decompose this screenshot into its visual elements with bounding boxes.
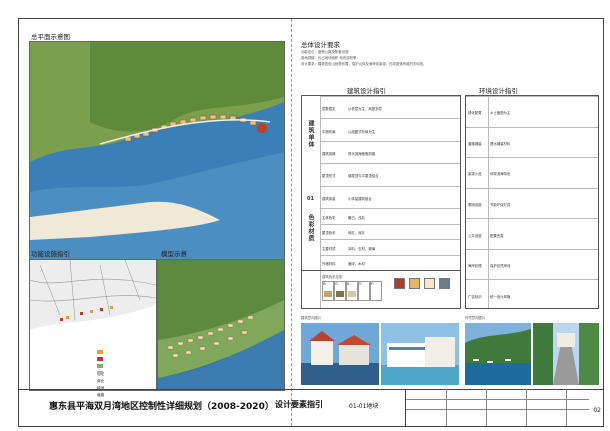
environment-guide-label: 环境设计指引 xyxy=(479,87,518,95)
environment-photo-2 xyxy=(533,323,599,385)
legend-label: 道路 xyxy=(97,393,105,397)
material-swatch xyxy=(424,278,435,289)
building-photo-1 xyxy=(301,323,379,385)
building-row-value: 现代滨海度假风格 xyxy=(348,151,376,156)
environment-row-key: 景观小品 xyxy=(468,172,482,177)
building-row-key: 平面布局 xyxy=(322,129,336,134)
environment-row: 景观小品 体现滨海特色 xyxy=(466,157,598,189)
title-block-grid xyxy=(405,389,589,426)
color-rows: 主体色彩 暖白、浅灰屋顶色彩 砖红、深灰主要材质 涂料、石材、玻璃外墙材料 面砖、木材 xyxy=(320,208,460,270)
color-row-value: 面砖、木材 xyxy=(348,262,365,267)
building-guide-table: 建筑单体 色彩材质 01 层数限定 以低层为主，局部多层平面布局 以组团式布局为主建… xyxy=(301,95,461,309)
drawing-sheet: 总平面示意图 功能设施指引 商业 绿地 道路 模型示意 总体设计要求 功能定位：… xyxy=(18,18,604,427)
building-row: 平面布局 以组团式布局为主 xyxy=(320,118,460,141)
material-swatch xyxy=(394,278,405,289)
color-row: 屋顶色彩 砖红、深灰 xyxy=(320,223,460,241)
building-row: 建筑体量 小体量建筑组合 xyxy=(320,185,460,209)
material-swatch xyxy=(439,278,450,289)
environment-row: 照明设施 节能环保灯具 xyxy=(466,187,598,220)
project-title: 惠东县平海双月湾地区控制性详细规划（2008-2020） xyxy=(49,402,274,412)
color-row: 外墙材料 面砖、木材 xyxy=(320,254,460,272)
material-swatch xyxy=(409,278,420,289)
color-row: 主要材质 涂料、石材、玻璃 xyxy=(320,239,460,256)
environment-row-key: 照明设施 xyxy=(468,202,482,207)
legend-item: 道路 xyxy=(97,362,105,400)
environment-guide-table: 绿化配置 乡土植物为主道路铺装 透水铺装材料景观小品 体现滨海特色照明设施 节能环保灯具… xyxy=(465,95,599,309)
building-rows: 层数限定 以低层为主，局部多层平面布局 以组团式布局为主建筑风格 现代滨海度假风格屋顶… xyxy=(320,96,460,208)
page-number: 02 xyxy=(593,407,601,414)
building-row-key: 建筑风格 xyxy=(322,151,336,156)
environment-row: 广告标识 统一设计风格 xyxy=(466,279,598,311)
environment-row-value: 节能环保灯具 xyxy=(490,202,511,207)
color-row-value: 涂料、石材、玻璃 xyxy=(348,246,376,251)
color-row: 主体色彩 暖白、浅灰 xyxy=(320,208,460,225)
general-text-3: 设计要求：建筑宜依山就势布置，保护山体及海岸线景观，形成错落有致的天际线。 xyxy=(301,62,427,66)
building-row-value: 小体量建筑组合 xyxy=(348,196,372,201)
environment-photo-caption: 环境意向图片 xyxy=(465,316,486,320)
building-section-label: 建筑单体 xyxy=(307,120,314,148)
color-chart-cell: P: xyxy=(370,281,382,301)
general-text-2: 用地规模：约占地块面积 地块容积率： xyxy=(301,56,360,60)
environment-row-value: 统一设计风格 xyxy=(490,294,511,299)
page-divider xyxy=(291,19,292,426)
environment-rows: 绿化配置 乡土植物为主道路铺装 透水铺装材料景观小品 体现滨海特色照明设施 节能环保灯具… xyxy=(466,96,598,310)
building-row-key: 建筑体量 xyxy=(322,196,336,201)
color-row-key: 主要材质 xyxy=(322,246,336,251)
building-row-value: 以组团式布局为主 xyxy=(348,129,376,134)
overall-plan-image xyxy=(29,41,285,267)
environment-row: 公共设施 配置完善 xyxy=(466,218,598,250)
sheet-subtitle: 设计要素指引 xyxy=(275,400,323,409)
environment-row: 道路铺装 透水铺装材料 xyxy=(466,126,598,159)
environment-row-value: 保护自然岸线 xyxy=(490,264,511,269)
building-row-value: 坡屋顶与平屋顶结合 xyxy=(348,174,379,179)
color-chart: R: G: B: Y: P: xyxy=(322,281,382,301)
function-guide-map xyxy=(29,259,157,391)
building-row: 建筑风格 现代滨海度假风格 xyxy=(320,140,460,164)
environment-photo-1 xyxy=(465,323,531,385)
block-id: 01-01地块 xyxy=(349,403,379,410)
environment-row-key: 绿化配置 xyxy=(468,111,482,116)
environment-row-value: 体现滨海特色 xyxy=(490,172,511,177)
building-row-value: 以低层为主，局部多层 xyxy=(348,107,382,112)
color-chart-swatch xyxy=(348,291,356,297)
color-row-value: 暖白、浅灰 xyxy=(348,215,365,220)
environment-row-value: 配置完善 xyxy=(490,233,504,238)
environment-row-value: 乡土植物为主 xyxy=(490,111,511,116)
color-row-key: 外墙材料 xyxy=(322,262,336,267)
general-requirements-label: 总体设计要求 xyxy=(301,41,340,49)
color-row-value: 砖红、深灰 xyxy=(348,231,365,236)
function-guide-label: 功能设施指引 xyxy=(31,250,70,258)
building-guide-label: 建筑设计指引 xyxy=(347,87,386,95)
building-row: 层数限定 以低层为主，局部多层 xyxy=(320,96,460,119)
environment-row-key: 广告标识 xyxy=(468,294,482,299)
environment-row-value: 透水铺装材料 xyxy=(490,141,511,146)
environment-row-key: 公共设施 xyxy=(468,233,482,238)
color-chart-header: 建筑色彩控制 xyxy=(322,275,343,279)
color-chart-cell: Y: xyxy=(358,281,370,301)
building-row-key: 层数限定 xyxy=(322,107,336,112)
building-photo-caption: 建筑意向图片 xyxy=(301,316,322,320)
swatch-group xyxy=(394,274,460,304)
overall-plan-map xyxy=(30,42,284,266)
color-chart-swatch xyxy=(336,291,344,297)
color-row-key: 主体色彩 xyxy=(322,215,336,220)
model-image xyxy=(157,259,285,391)
overall-plan-label: 总平面示意图 xyxy=(31,33,70,41)
environment-row-key: 海岸处理 xyxy=(468,264,482,269)
section-number: 01 xyxy=(307,196,314,202)
building-row: 屋顶形式 坡屋顶与平屋顶结合 xyxy=(320,163,460,186)
environment-row: 海岸处理 保护自然岸线 xyxy=(466,248,598,281)
general-text-1: 功能定位：度假公寓及配套设施 xyxy=(301,50,349,54)
building-row-key: 屋顶形式 xyxy=(322,174,336,179)
environment-row-key: 道路铺装 xyxy=(468,141,482,146)
model-label: 模型示意 xyxy=(161,250,187,258)
environment-row: 绿化配置 乡土植物为主 xyxy=(466,96,598,128)
color-row-key: 屋顶色彩 xyxy=(322,231,336,236)
color-section-label: 色彩材质 xyxy=(307,214,314,242)
color-chart-swatch xyxy=(324,291,332,297)
legend-swatch xyxy=(97,370,103,375)
building-photo-2 xyxy=(381,323,459,385)
